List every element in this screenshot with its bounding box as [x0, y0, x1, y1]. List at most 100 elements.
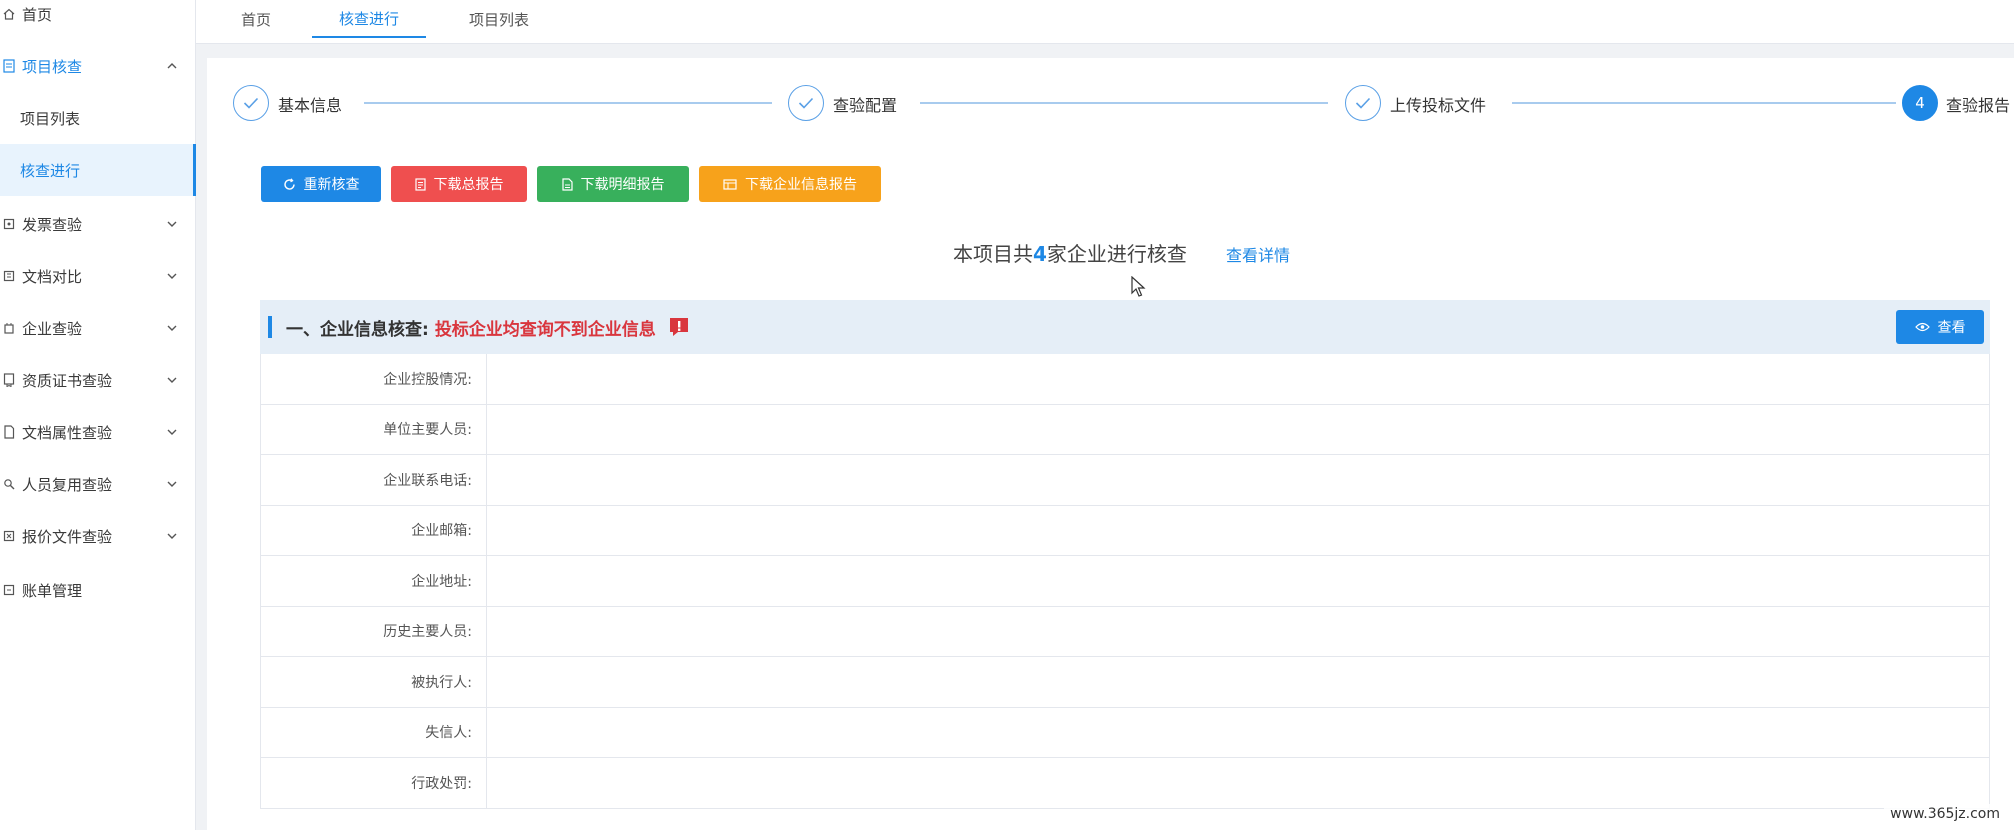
row-label: 被执行人:: [261, 657, 487, 707]
row-value: [487, 455, 1989, 505]
person-icon: [2, 477, 16, 491]
alert-icon: [669, 318, 688, 336]
section-warning-text: 投标企业均查询不到企业信息: [434, 319, 656, 340]
row-value: [487, 556, 1989, 606]
step-3-check-icon: [1345, 85, 1381, 121]
sidebar-item-label: 首页: [22, 5, 53, 24]
doc-attr-icon: [2, 425, 16, 439]
invoice-icon: [2, 217, 16, 231]
chevron-down-icon: [162, 214, 182, 234]
tab-project-list[interactable]: 项目列表: [442, 0, 556, 38]
sidebar-item-label: 发票查验: [22, 215, 83, 234]
table-row: 历史主要人员:: [261, 606, 1989, 657]
watermark: www.365jz.com: [1884, 804, 2006, 824]
row-label: 行政处罚:: [261, 758, 487, 808]
sidebar-item-label: 人员复用查验: [22, 475, 113, 494]
download-detail-report-button[interactable]: 下载明细报告: [537, 166, 689, 202]
table-icon: [723, 178, 737, 190]
download-enterprise-report-button[interactable]: 下载企业信息报告: [699, 166, 881, 202]
download-total-report-label: 下载总报告: [433, 177, 504, 193]
row-value: [487, 708, 1989, 758]
table-row: 失信人:: [261, 707, 1989, 758]
sidebar-item-quote[interactable]: 报价文件查验: [0, 510, 196, 562]
enterprise-info-table: 企业控股情况: 单位主要人员: 企业联系电话: 企业邮箱: 企业地址: 历史主要…: [260, 354, 1990, 809]
project-check-icon: [2, 59, 16, 73]
row-label: 单位主要人员:: [261, 404, 487, 454]
sidebar-item-certificate[interactable]: 资质证书查验: [0, 354, 196, 406]
sidebar-item-label: 资质证书查验: [22, 371, 113, 390]
table-row: 单位主要人员:: [261, 404, 1989, 455]
sidebar-item-project-check[interactable]: 项目核查: [0, 40, 196, 92]
refresh-icon: [283, 177, 295, 190]
download-total-report-button[interactable]: 下载总报告: [391, 166, 527, 202]
row-label: 企业地址:: [261, 556, 487, 606]
tab-home[interactable]: 首页: [214, 0, 298, 38]
tab-check-progress[interactable]: 核查进行: [312, 0, 426, 38]
row-value: [487, 506, 1989, 556]
enterprise-count: 4: [1033, 242, 1047, 266]
step-connector: [364, 102, 772, 104]
step-4-label: 查验报告: [1946, 96, 2011, 115]
eye-icon: [1914, 322, 1930, 332]
table-row: 行政处罚:: [261, 758, 1989, 809]
tab-label: 首页: [240, 10, 271, 29]
enterprise-info-section-header: 一、企业信息核查: 投标企业均查询不到企业信息 查看: [260, 300, 1990, 354]
chevron-down-icon: [162, 422, 182, 442]
sidebar-item-bill[interactable]: 账单管理: [0, 564, 196, 616]
view-button[interactable]: 查看: [1896, 310, 1984, 344]
mouse-cursor-icon: [1131, 276, 1146, 297]
sidebar-item-enterprise[interactable]: 企业查验: [0, 302, 196, 354]
table-row: 企业联系电话:: [261, 455, 1989, 506]
sidebar-item-doc-compare[interactable]: 文档对比: [0, 250, 196, 302]
step-1-label: 基本信息: [278, 96, 343, 115]
chevron-down-icon: [162, 318, 182, 338]
bill-icon: [2, 583, 16, 597]
row-label: 失信人:: [261, 707, 487, 757]
view-details-link[interactable]: 查看详情: [1226, 242, 1290, 266]
step-connector: [1512, 102, 1896, 104]
chevron-up-icon: [162, 56, 182, 76]
recheck-button[interactable]: 重新核查: [261, 166, 381, 202]
row-value: [487, 354, 1989, 404]
sidebar-item-label: 报价文件查验: [22, 527, 113, 546]
tab-label: 项目列表: [468, 10, 529, 29]
download-detail-report-label: 下载明细报告: [580, 177, 665, 193]
sidebar-item-person[interactable]: 人员复用查验: [0, 458, 196, 510]
sidebar-item-doc-attr[interactable]: 文档属性查验: [0, 406, 196, 458]
sidebar: 首页 项目核查 项目列表 核查进行 发票查验 文档对比 企业查验 资质证书查验 …: [0, 0, 196, 830]
row-value: [487, 758, 1989, 808]
sidebar-item-home[interactable]: 首页: [0, 0, 196, 40]
recheck-button-label: 重新核查: [303, 177, 360, 193]
chevron-down-icon: [162, 370, 182, 390]
sidebar-subitem-check-progress[interactable]: 核查进行: [0, 144, 196, 196]
sidebar-subitem-project-list[interactable]: 项目列表: [0, 92, 196, 144]
row-value: [487, 607, 1989, 657]
enterprise-icon: [2, 321, 16, 335]
quote-icon: [2, 529, 16, 543]
step-2-check-icon: [788, 85, 824, 121]
chevron-down-icon: [162, 266, 182, 286]
file-icon: [561, 177, 573, 191]
step-2-label: 查验配置: [833, 96, 898, 115]
table-row: 企业地址:: [261, 556, 1989, 607]
sidebar-item-invoice[interactable]: 发票查验: [0, 198, 196, 250]
table-row: 被执行人:: [261, 657, 1989, 708]
sidebar-subitem-label: 核查进行: [20, 161, 81, 180]
row-value: [487, 405, 1989, 455]
sidebar-item-label: 项目核查: [22, 57, 83, 76]
table-row: 企业控股情况:: [261, 354, 1989, 405]
check-summary: 本项目共4家企业进行核查: [953, 238, 1187, 267]
sidebar-item-label: 账单管理: [22, 581, 83, 600]
section-accent-bar: [268, 316, 272, 338]
step-1-check-icon: [233, 85, 269, 121]
step-4-number: 4: [1902, 85, 1938, 121]
step-connector: [920, 102, 1328, 104]
view-button-label: 查看: [1937, 320, 1966, 336]
section-title: 一、企业信息核查:: [286, 319, 429, 340]
row-value: [487, 657, 1989, 707]
step-3-label: 上传投标文件: [1390, 96, 1487, 115]
row-label: 企业邮箱:: [261, 505, 487, 555]
download-enterprise-report-label: 下载企业信息报告: [745, 177, 857, 193]
tab-bar: 首页 核查进行 项目列表: [196, 0, 2014, 44]
certificate-icon: [2, 373, 16, 387]
